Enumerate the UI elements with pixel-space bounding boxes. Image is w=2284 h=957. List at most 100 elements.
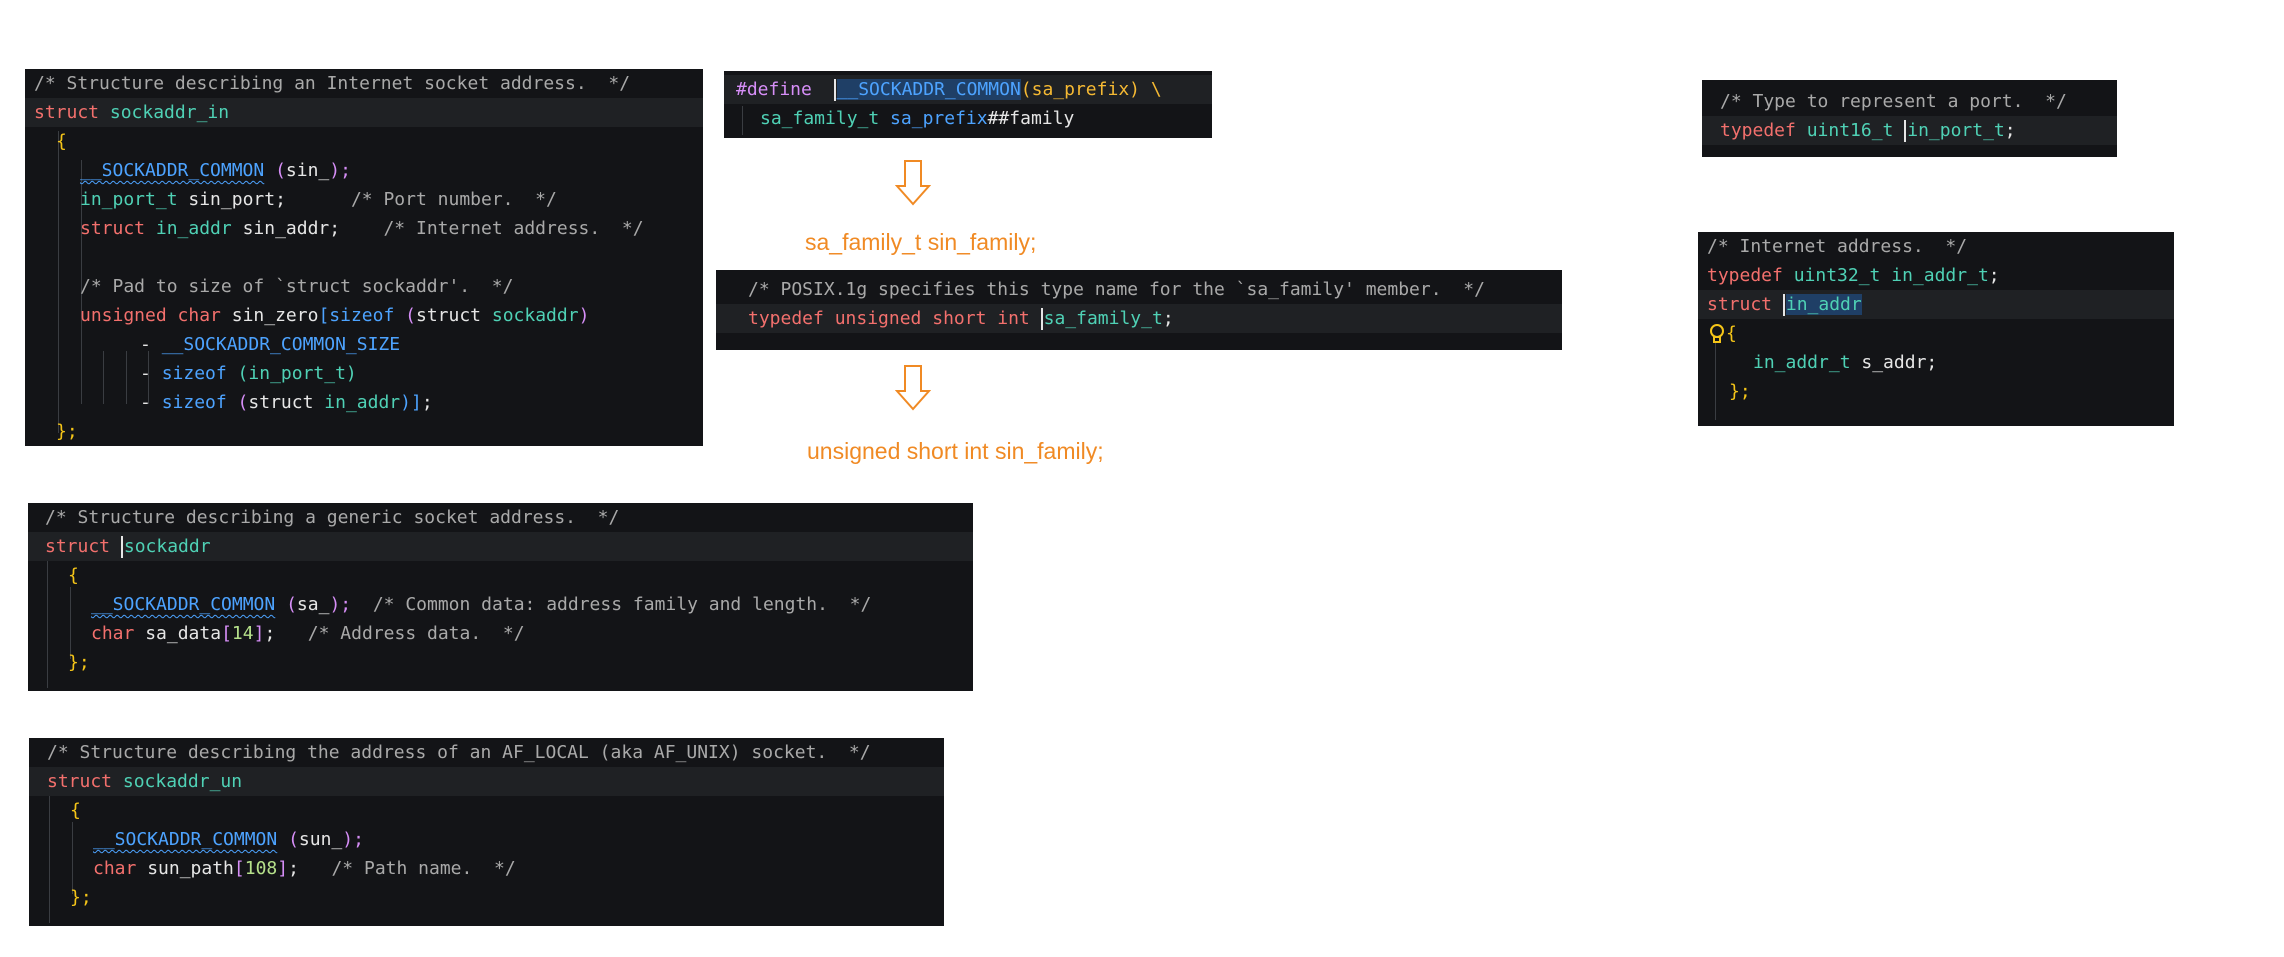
code-line: - sizeof (struct in_addr)]; (25, 388, 703, 417)
type-name: in_addr (313, 392, 401, 413)
macro-arg: sa_ (296, 594, 330, 615)
struct-name: sockaddr_un (122, 771, 243, 792)
macro-name: __SOCKADDR_COMMON (91, 594, 276, 615)
code-comment: /* POSIX.1g specifies this type name for… (748, 279, 1485, 300)
semicolon: ; (421, 392, 433, 413)
code-comment: /* Pad to size of `struct sockaddr'. */ (80, 276, 514, 297)
code-line: unsigned char sin_zero[sizeof (struct so… (25, 301, 703, 330)
keyword: char (91, 623, 135, 644)
code-line: struct sockaddr_in (25, 98, 703, 127)
code-comment: /* Common data: address family and lengt… (372, 594, 872, 615)
brace: }; (68, 652, 90, 673)
field-name: sin_zero (220, 305, 319, 326)
code-line: }; (29, 883, 944, 912)
code-comment: /* Path name. */ (331, 858, 516, 879)
code-comment: /* Internet address. */ (1707, 236, 1968, 257)
code-comment: /* Internet address. */ (383, 218, 644, 239)
keyword: struct (416, 305, 482, 326)
semicolon: ; (288, 858, 299, 879)
keyword: struct (34, 102, 100, 123)
keyword: struct (80, 218, 146, 239)
brace: { (1726, 323, 1737, 344)
paren: )] (400, 392, 422, 413)
paren: ( (264, 160, 286, 181)
text-cursor (833, 79, 836, 101)
token-paste: ##family (987, 108, 1075, 129)
semicolon: ; (2004, 120, 2016, 141)
type-name: uint32_t (1782, 265, 1881, 286)
code-comment: /* Structure describing an Internet sock… (34, 73, 631, 94)
field-name: sun_path (136, 858, 234, 879)
brace: { (68, 565, 79, 586)
code-line: sa_family_t sa_prefix##family (724, 104, 1212, 133)
keyword: struct (45, 536, 111, 557)
code-comment: /* Structure describing a generic socket… (45, 507, 620, 528)
paren: ( (394, 305, 416, 326)
code-line: typedef unsigned short int sa_family_t; (716, 304, 1562, 333)
keyword: typedef (1720, 120, 1796, 141)
struct-name: sockaddr_in (109, 102, 230, 123)
code-line: in_addr_t s_addr; (1698, 348, 2174, 377)
brace: { (70, 800, 81, 821)
text-cursor (1904, 120, 1907, 142)
preprocessor-directive: #define (736, 79, 812, 100)
bracket: ] (253, 623, 265, 644)
type-name: in_addr (155, 218, 232, 239)
keyword: struct (1707, 294, 1773, 315)
type-name: in_addr_t (1880, 265, 1989, 286)
code-line: /* Structure describing a generic socket… (28, 503, 973, 532)
sizeof-keyword: sizeof (329, 305, 395, 326)
code-panel-sockaddr: /* Structure describing a generic socket… (28, 503, 973, 691)
macro-arg: sin_ (285, 160, 330, 181)
code-panel-in-addr: /* Internet address. */ typedef uint32_t… (1698, 232, 2174, 426)
struct-name: sockaddr (123, 536, 211, 557)
macro-name: __SOCKADDR_COMMON (836, 79, 1021, 100)
code-line: /* Structure describing the address of a… (29, 738, 944, 767)
lightbulb-icon[interactable] (1708, 323, 1726, 345)
code-line: struct sockaddr_un (29, 767, 944, 796)
code-comment: /* Port number. */ (350, 189, 557, 210)
brace: }; (70, 887, 92, 908)
paren: ( (275, 594, 297, 615)
type-name: in_port_t (80, 189, 178, 210)
code-panel-sa-family: /* POSIX.1g specifies this type name for… (716, 270, 1562, 350)
code-panel-sockaddr-un: /* Structure describing the address of a… (29, 738, 944, 926)
field-name: s_addr; (1850, 352, 1938, 373)
text-cursor (1782, 294, 1785, 316)
code-panel-define: #define __SOCKADDR_COMMON(sa_prefix) \ s… (724, 71, 1212, 138)
type-name: in_port_t (1907, 120, 2005, 141)
expansion-note: sa_family_t sin_family; (805, 229, 1037, 255)
type-name: in_addr_t (1753, 352, 1851, 373)
code-line: struct in_addr sin_addr; /* Internet add… (25, 214, 703, 243)
code-line: /* Type to represent a port. */ (1702, 87, 2117, 116)
code-line: { (29, 796, 944, 825)
code-line: }; (25, 417, 703, 446)
number-literal: 14 (231, 623, 254, 644)
code-line: - __SOCKADDR_COMMON_SIZE (25, 330, 703, 359)
field-name: sin_addr; (231, 218, 341, 239)
type-name: sa_family_t (1043, 308, 1163, 329)
code-line: struct in_addr (1698, 290, 2174, 319)
sizeof-arg: (in_port_t) (226, 363, 357, 384)
type-name: sa_family_t (760, 108, 880, 129)
code-line: __SOCKADDR_COMMON (sun_); (29, 825, 944, 854)
paren: ( (277, 829, 299, 850)
number-literal: 108 (244, 858, 278, 879)
code-line: struct sockaddr (28, 532, 973, 561)
sizeof-keyword: sizeof (161, 392, 227, 413)
code-line: }; (28, 648, 973, 677)
operator: - (140, 363, 162, 384)
code-line: in_port_t sin_port; /* Port number. */ (25, 185, 703, 214)
brace: }; (56, 421, 78, 442)
keyword: typedef unsigned short int (748, 308, 1030, 329)
expansion-note: unsigned short int sin_family; (807, 438, 1104, 464)
keyword: typedef (1707, 265, 1783, 286)
macro-name: __SOCKADDR_COMMON (93, 829, 278, 850)
code-line: { (1698, 319, 2174, 348)
bracket: [ (221, 623, 232, 644)
code-line: { (28, 561, 973, 590)
code-comment: /* Structure describing the address of a… (47, 742, 871, 763)
code-panel-sockaddr-in: /* Structure describing an Internet sock… (25, 69, 703, 446)
semicolon: ; (1988, 265, 2000, 286)
bracket: ] (277, 858, 289, 879)
